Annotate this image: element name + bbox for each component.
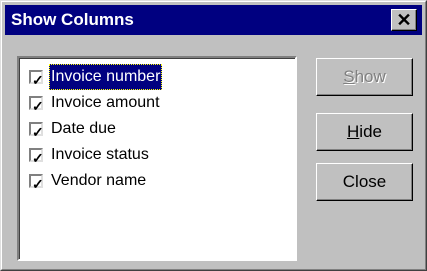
- show-label-rest: how: [354, 67, 386, 86]
- close-window-button[interactable]: ✕: [391, 9, 417, 31]
- checkbox-invoice-amount[interactable]: ✓: [29, 96, 44, 114]
- checkbox-vendor-name[interactable]: ✓: [29, 174, 44, 192]
- close-button[interactable]: Close: [316, 163, 413, 201]
- list-item-invoice-number[interactable]: ✓ Invoice number: [29, 64, 285, 90]
- checkmark-icon: ✓: [32, 176, 44, 192]
- list-item-invoice-status[interactable]: ✓ Invoice status: [29, 142, 285, 168]
- hide-button[interactable]: Hide: [316, 113, 413, 151]
- show-button[interactable]: Show: [316, 58, 413, 96]
- close-icon: ✕: [396, 10, 412, 30]
- list-item-label: Invoice amount: [51, 94, 160, 111]
- list-item-label: Date due: [51, 120, 116, 137]
- list-item-vendor-name[interactable]: ✓ Vendor name: [29, 168, 285, 194]
- show-mnemonic: S: [343, 67, 355, 86]
- list-item-label: Invoice status: [51, 146, 149, 163]
- show-columns-dialog: Show Columns ✕ ✓ Invoice number ✓ Invoic…: [0, 0, 427, 271]
- columns-listbox[interactable]: ✓ Invoice number ✓ Invoice amount ✓ Date…: [17, 56, 297, 261]
- checkbox-invoice-number[interactable]: ✓: [29, 70, 44, 88]
- list-item-label: Invoice number: [49, 64, 163, 90]
- list-item-date-due[interactable]: ✓ Date due: [29, 116, 285, 142]
- title-bar[interactable]: Show Columns ✕: [5, 5, 422, 35]
- checkbox-date-due[interactable]: ✓: [29, 122, 44, 140]
- list-item-label: Vendor name: [51, 172, 147, 189]
- hide-mnemonic: H: [347, 122, 360, 141]
- hide-label-rest: ide: [359, 122, 382, 141]
- list-item-invoice-amount[interactable]: ✓ Invoice amount: [29, 90, 285, 116]
- dialog-title: Show Columns: [11, 10, 134, 29]
- checkbox-invoice-status[interactable]: ✓: [29, 148, 44, 166]
